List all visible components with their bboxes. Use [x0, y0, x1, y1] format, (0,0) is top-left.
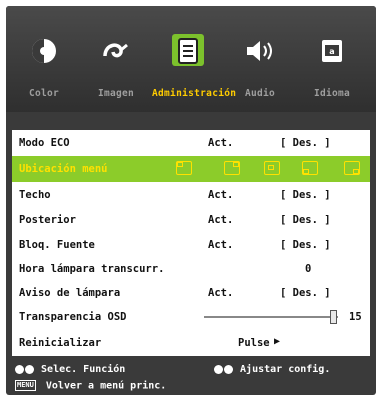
option-on[interactable]: Act. [208, 287, 233, 299]
help-back-label: Volver a menú princ. [45, 380, 167, 392]
help-bar: Selec. Función Ajustar config. MENU Volv… [6, 356, 376, 395]
option-off[interactable]: [ Des. ] [280, 189, 331, 201]
menu-key-icon: MENU [15, 380, 36, 391]
settings-panel: Modo ECO Act. [ Des. ] Ubicación menú Te… [12, 130, 370, 356]
row-reset[interactable]: Reinicializar Pulse ▶ [12, 330, 370, 356]
arrow-right-icon: ▶ [274, 336, 281, 347]
transparency-slider-track[interactable] [204, 316, 338, 318]
tab-label: Imagen [97, 88, 135, 99]
row-label: Modo ECO [19, 137, 70, 149]
tab-label: Audio [244, 88, 276, 99]
help-adjust: Ajustar config. [214, 364, 330, 375]
option-on[interactable]: Act. [208, 137, 233, 149]
tab-label: Administración [152, 88, 237, 99]
tab-bar: Color Imagen Administración Audio a Idio… [6, 6, 376, 112]
option-off[interactable]: [ Des. ] [280, 137, 331, 149]
row-osd-transparency[interactable]: Transparencia OSD 15 [12, 304, 370, 330]
lamp-hours-value: 0 [305, 263, 312, 275]
location-top-left-icon[interactable] [176, 161, 192, 175]
option-off[interactable]: [ Des. ] [280, 287, 331, 299]
option-on[interactable]: Act. [208, 239, 233, 251]
row-label: Posterior [19, 214, 76, 226]
option-on[interactable]: Act. [208, 189, 233, 201]
location-bottom-right-icon[interactable] [344, 161, 360, 175]
row-eco-mode[interactable]: Modo ECO Act. [ Des. ] [12, 130, 370, 156]
svg-text:a: a [329, 47, 334, 56]
tab-label: Color [28, 88, 60, 99]
osd-menu: Color Imagen Administración Audio a Idio… [6, 6, 376, 395]
row-ceiling[interactable]: Techo Act. [ Des. ] [12, 182, 370, 208]
up-down-icon [25, 364, 34, 374]
management-icon [178, 38, 198, 64]
row-label: Aviso de lámpara [19, 287, 121, 299]
help-select-label: Selec. Función [41, 364, 126, 375]
left-right-icon [214, 364, 223, 374]
tab-administration[interactable]: Administración [152, 14, 237, 106]
speaker-icon [247, 41, 272, 61]
help-adjust-label: Ajustar config. [240, 364, 331, 375]
row-label: Bloq. Fuente [19, 239, 95, 251]
tab-color[interactable]: Color [8, 14, 80, 106]
row-source-lock[interactable]: Bloq. Fuente Act. [ Des. ] [12, 232, 370, 258]
option-off[interactable]: [ Des. ] [280, 214, 331, 226]
tab-image[interactable]: Imagen [80, 14, 152, 106]
tab-label: Idioma [313, 88, 351, 99]
row-lamp-reminder[interactable]: Aviso de lámpara Act. [ Des. ] [12, 280, 370, 306]
row-label: Transparencia OSD [19, 311, 127, 323]
row-label: Hora lámpara transcurr. [19, 263, 165, 275]
left-right-icon [224, 364, 233, 374]
row-label: Techo [19, 189, 51, 201]
row-label: Ubicación menú [19, 163, 108, 175]
help-select: Selec. Función [15, 364, 125, 375]
row-rear[interactable]: Posterior Act. [ Des. ] [12, 207, 370, 233]
tab-language[interactable]: a Idioma [296, 14, 368, 106]
option-off[interactable]: [ Des. ] [280, 239, 331, 251]
option-on[interactable]: Act. [208, 214, 233, 226]
row-label: Reinicializar [19, 337, 102, 349]
help-back: MENU Volver a menú princ. [15, 380, 166, 392]
reset-action[interactable]: Pulse [238, 337, 270, 349]
location-bottom-left-icon[interactable] [302, 161, 318, 175]
transparency-value: 15 [349, 311, 362, 323]
language-icon: a [322, 40, 342, 62]
color-icon [32, 39, 56, 63]
location-top-right-icon[interactable] [224, 161, 240, 175]
row-menu-location[interactable]: Ubicación menú [12, 156, 370, 182]
transparency-slider-knob[interactable] [330, 310, 337, 324]
location-center-icon[interactable] [264, 161, 280, 175]
row-lamp-hours: Hora lámpara transcurr. 0 [12, 256, 370, 282]
up-down-icon [15, 364, 24, 374]
image-icon [103, 43, 128, 58]
tab-audio[interactable]: Audio [224, 14, 296, 106]
